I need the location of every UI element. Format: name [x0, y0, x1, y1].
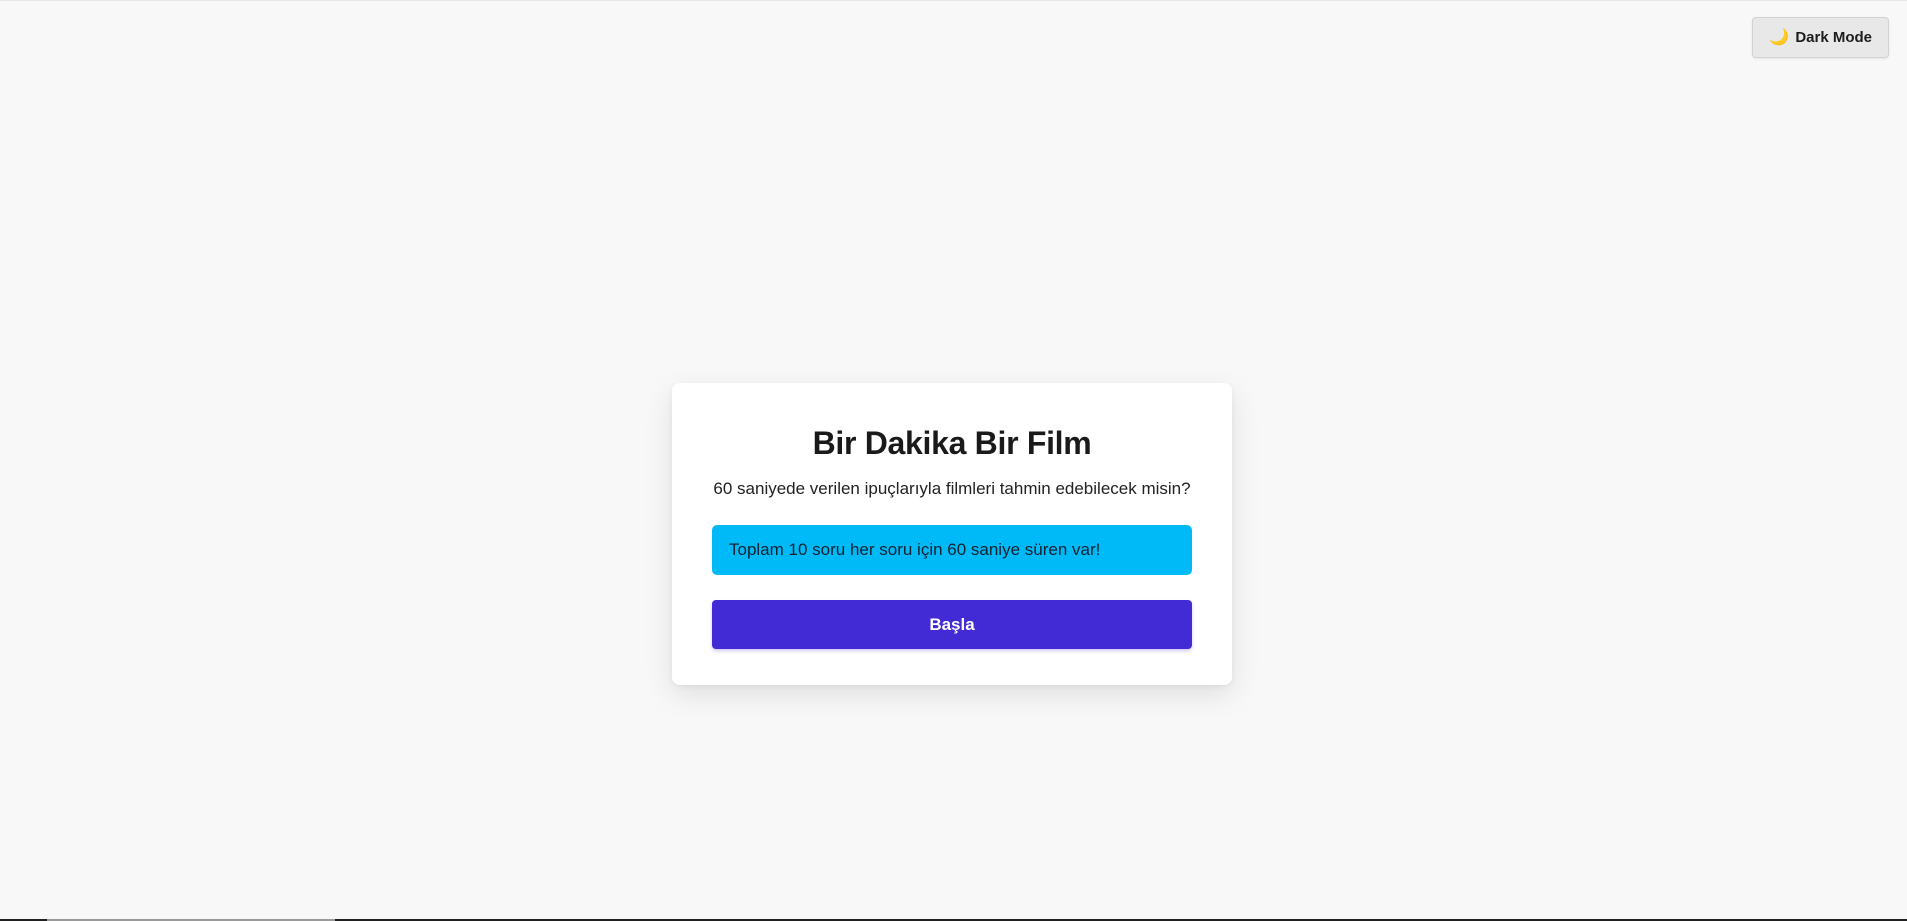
dark-mode-label: Dark Mode — [1795, 29, 1872, 46]
start-button[interactable]: Başla — [712, 600, 1192, 649]
info-alert: Toplam 10 soru her soru için 60 saniye s… — [712, 525, 1192, 575]
crescent-moon-icon: 🌙 — [1769, 28, 1790, 46]
info-alert-text: Toplam 10 soru her soru için 60 saniye s… — [729, 540, 1101, 559]
page-title: Bir Dakika Bir Film — [812, 425, 1092, 461]
start-card: Bir Dakika Bir Film 60 saniyede verilen … — [672, 383, 1232, 685]
dark-mode-toggle-button[interactable]: 🌙 Dark Mode — [1752, 17, 1889, 58]
subtitle: 60 saniyede verilen ipuçlarıyla filmleri… — [713, 479, 1191, 498]
